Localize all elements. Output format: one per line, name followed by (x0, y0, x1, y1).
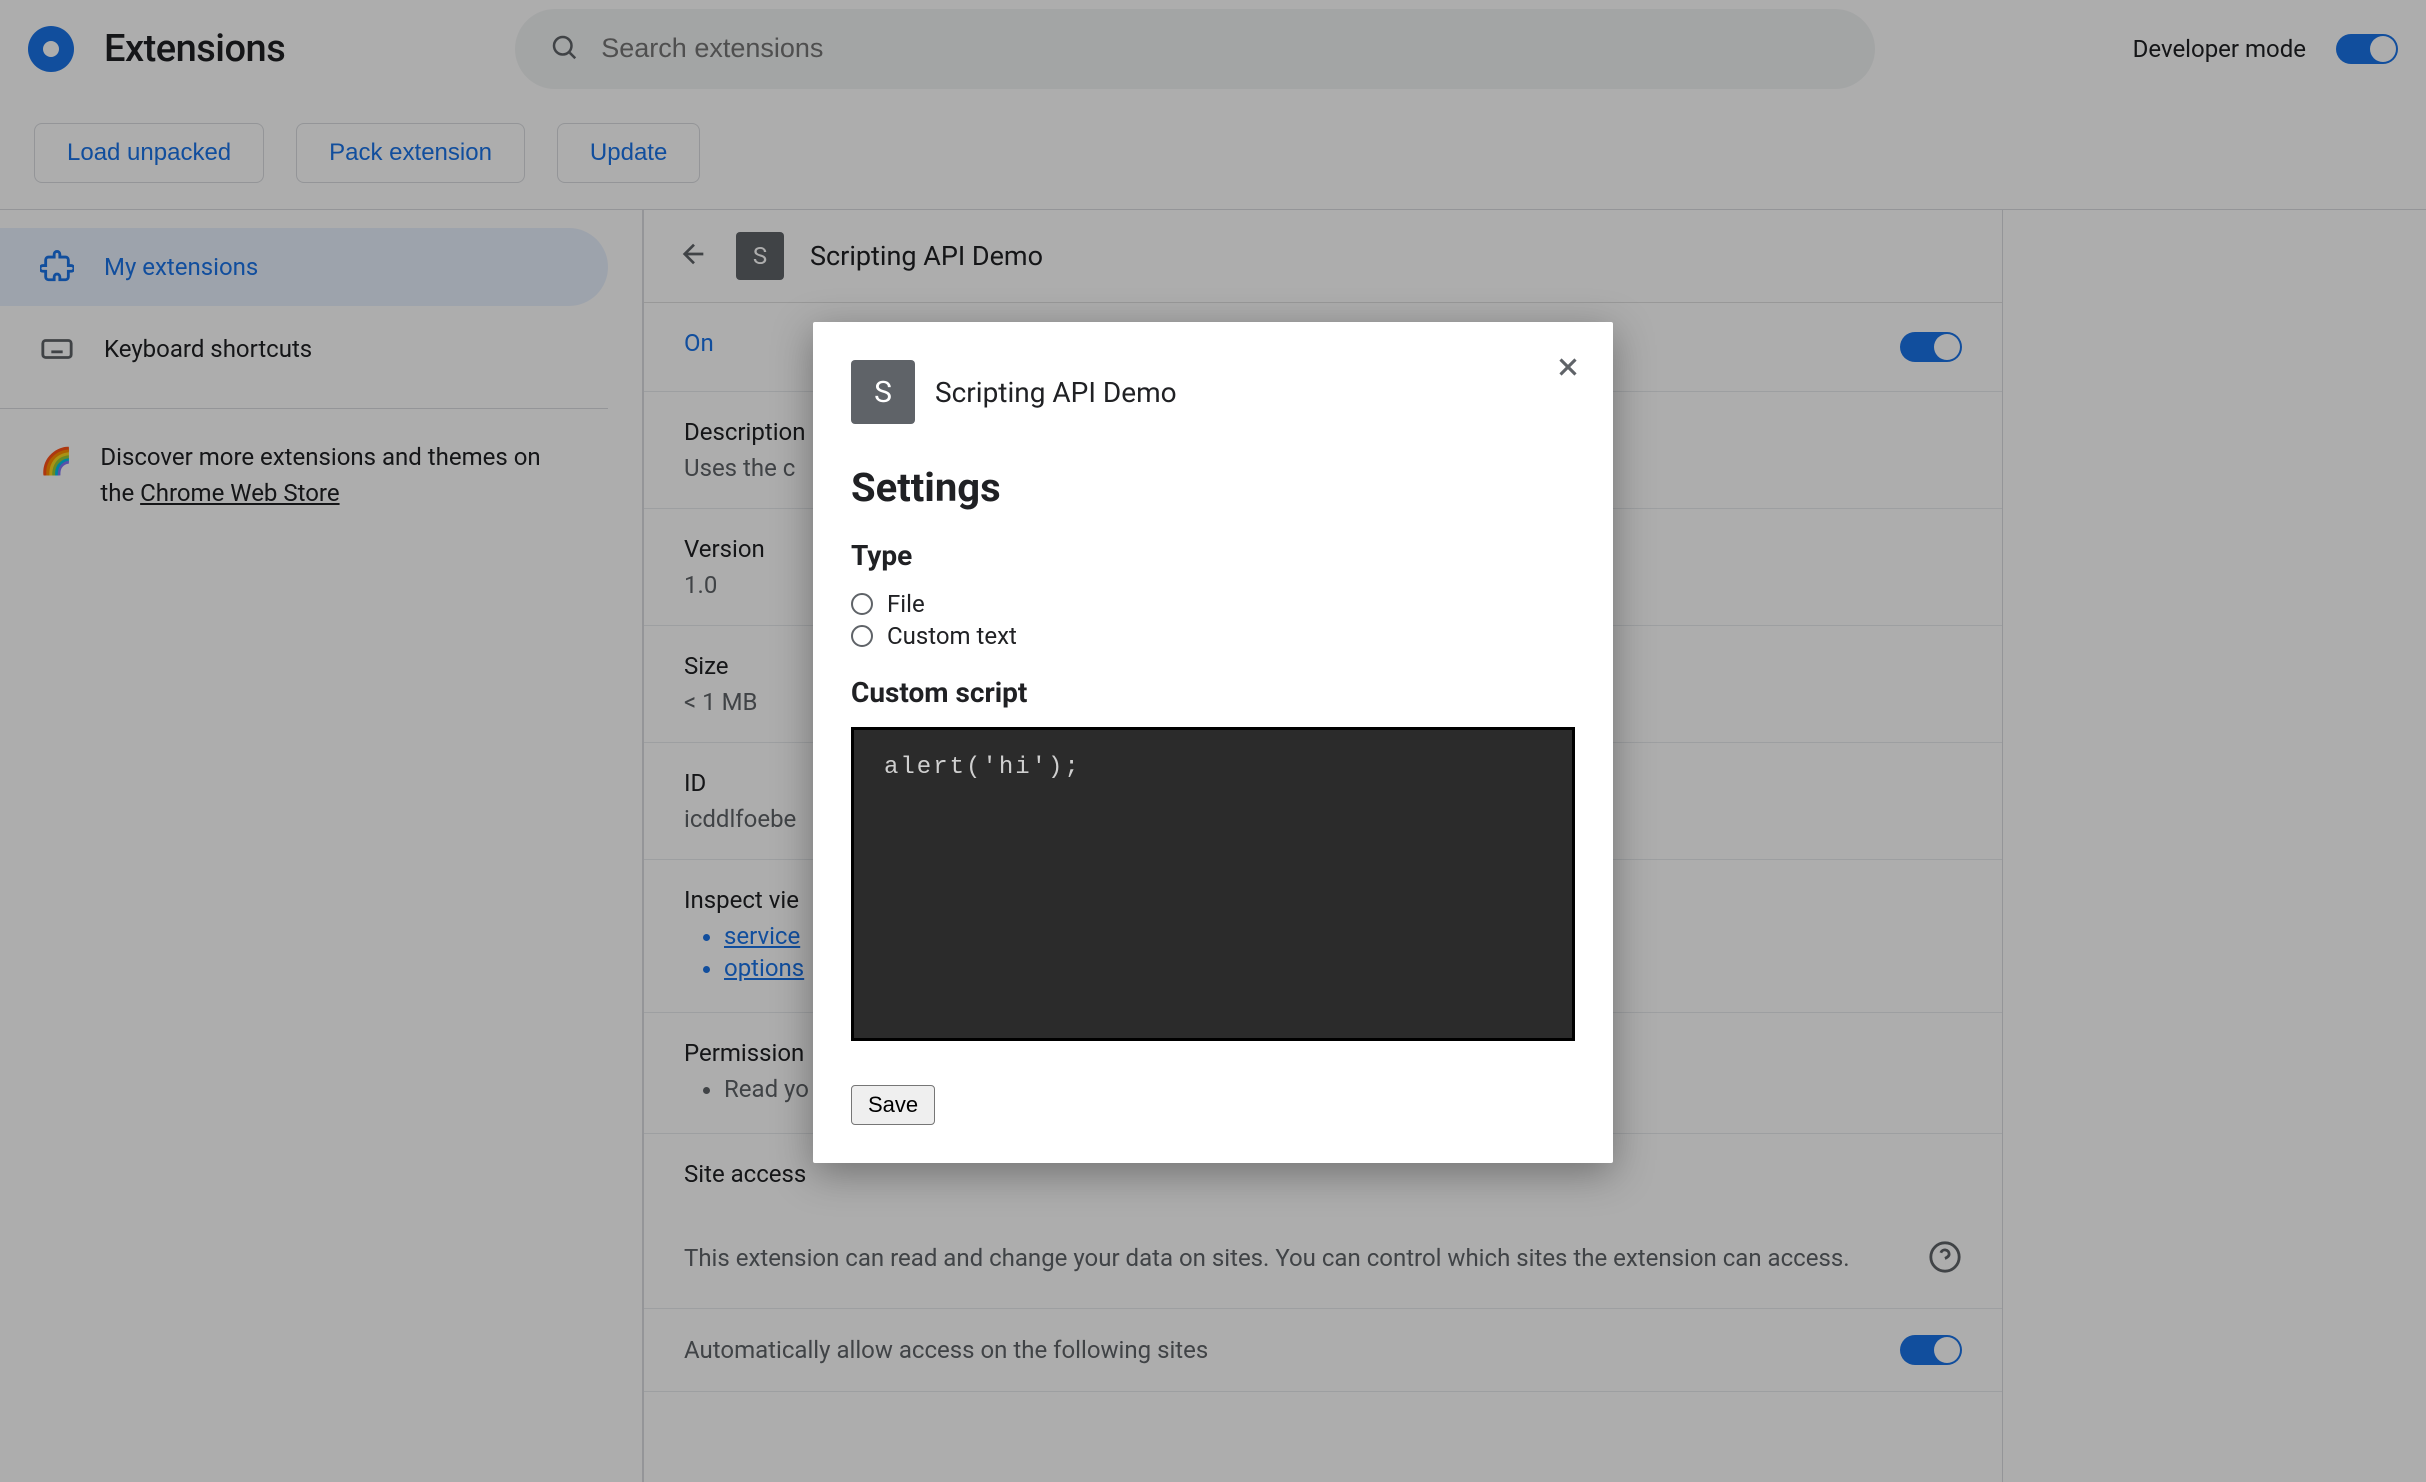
radio-file[interactable]: File (851, 590, 1575, 618)
close-button[interactable] (1553, 352, 1583, 386)
custom-script-textarea[interactable] (851, 727, 1575, 1041)
dialog-extension-name: Scripting API Demo (935, 376, 1177, 409)
settings-dialog: S Scripting API Demo Settings Type File … (813, 322, 1613, 1163)
type-radio-group: File Custom text (851, 590, 1575, 650)
settings-heading: Settings (851, 464, 1575, 511)
radio-custom-text[interactable]: Custom text (851, 622, 1575, 650)
extension-badge-icon: S (851, 360, 915, 424)
radio-label: File (887, 590, 925, 618)
radio-icon (851, 593, 873, 615)
type-heading: Type (851, 539, 1575, 572)
save-button[interactable]: Save (851, 1085, 935, 1125)
radio-icon (851, 625, 873, 647)
dialog-header: S Scripting API Demo (851, 360, 1575, 424)
custom-script-heading: Custom script (851, 676, 1575, 709)
modal-overlay[interactable]: S Scripting API Demo Settings Type File … (0, 0, 2426, 1482)
radio-label: Custom text (887, 622, 1017, 650)
